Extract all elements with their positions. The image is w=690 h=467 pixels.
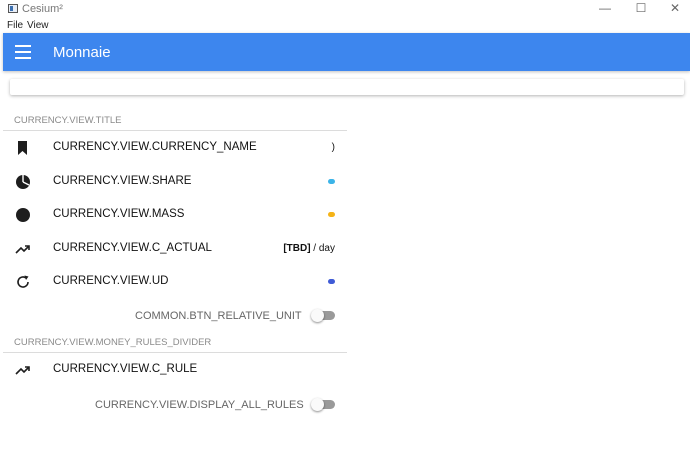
display-all-rules-label: CURRENCY.VIEW.DISPLAY_ALL_RULES: [95, 399, 304, 411]
c-actual-label: CURRENCY.VIEW.C_ACTUAL: [53, 242, 212, 254]
pie-chart-icon: [16, 175, 30, 189]
ud-label: CURRENCY.VIEW.UD: [53, 275, 169, 287]
c-rule-label: CURRENCY.VIEW.C_RULE: [53, 363, 198, 375]
share-label: CURRENCY.VIEW.SHARE: [53, 175, 192, 187]
search-bar[interactable]: [10, 79, 684, 95]
circle-icon: [16, 208, 30, 222]
c-actual-value-bold: [TBD]: [283, 243, 311, 254]
ud-badge: [328, 279, 335, 284]
currency-name-label: CURRENCY.VIEW.CURRENCY_NAME: [53, 141, 257, 153]
close-window-button[interactable]: ✕: [660, 0, 690, 18]
list-item-c-rule[interactable]: CURRENCY.VIEW.C_RULE: [3, 353, 347, 386]
trending-up-icon: [15, 366, 30, 375]
menu-bar: File View: [0, 18, 690, 32]
list-item-share[interactable]: CURRENCY.VIEW.SHARE: [3, 165, 347, 198]
mass-badge: [328, 212, 335, 217]
window-title: Cesium²: [22, 3, 63, 15]
mass-label: CURRENCY.VIEW.MASS: [53, 208, 185, 220]
window-titlebar: Cesium² — ☐ ✕: [0, 0, 690, 18]
menu-view[interactable]: View: [27, 20, 49, 31]
section-title-money-rules: CURRENCY.VIEW.MONEY_RULES_DIVIDER: [14, 337, 212, 348]
app-header: Monnaie: [3, 33, 690, 71]
relative-unit-toggle[interactable]: [311, 309, 335, 322]
trending-up-icon: [15, 245, 30, 254]
list-item-c-actual[interactable]: CURRENCY.VIEW.C_ACTUAL [TBD] / day: [3, 232, 347, 265]
menu-icon[interactable]: [15, 45, 31, 59]
c-actual-unit: / day: [310, 243, 335, 254]
refresh-icon: [17, 275, 29, 288]
list-item-ud[interactable]: CURRENCY.VIEW.UD: [3, 265, 347, 298]
maximize-button[interactable]: ☐: [626, 0, 656, 18]
relative-unit-label: COMMON.BTN_RELATIVE_UNIT: [135, 310, 302, 322]
minimize-button[interactable]: —: [590, 0, 620, 18]
bookmark-icon: [18, 141, 27, 155]
list-item-mass[interactable]: CURRENCY.VIEW.MASS: [3, 198, 347, 231]
page-title: Monnaie: [53, 44, 111, 61]
menu-file[interactable]: File: [7, 20, 23, 31]
list-item-currency-name[interactable]: CURRENCY.VIEW.CURRENCY_NAME ): [3, 131, 347, 164]
display-all-rules-toggle[interactable]: [311, 398, 335, 411]
currency-name-value: ): [331, 142, 335, 153]
section-title-currency: CURRENCY.VIEW.TITLE: [14, 115, 122, 126]
app-content: Monnaie CURRENCY.VIEW.TITLE CURRENCY.VIE…: [3, 33, 690, 467]
app-window-icon: [8, 4, 18, 13]
share-badge: [328, 179, 335, 184]
c-actual-value: [TBD] / day: [283, 243, 335, 254]
